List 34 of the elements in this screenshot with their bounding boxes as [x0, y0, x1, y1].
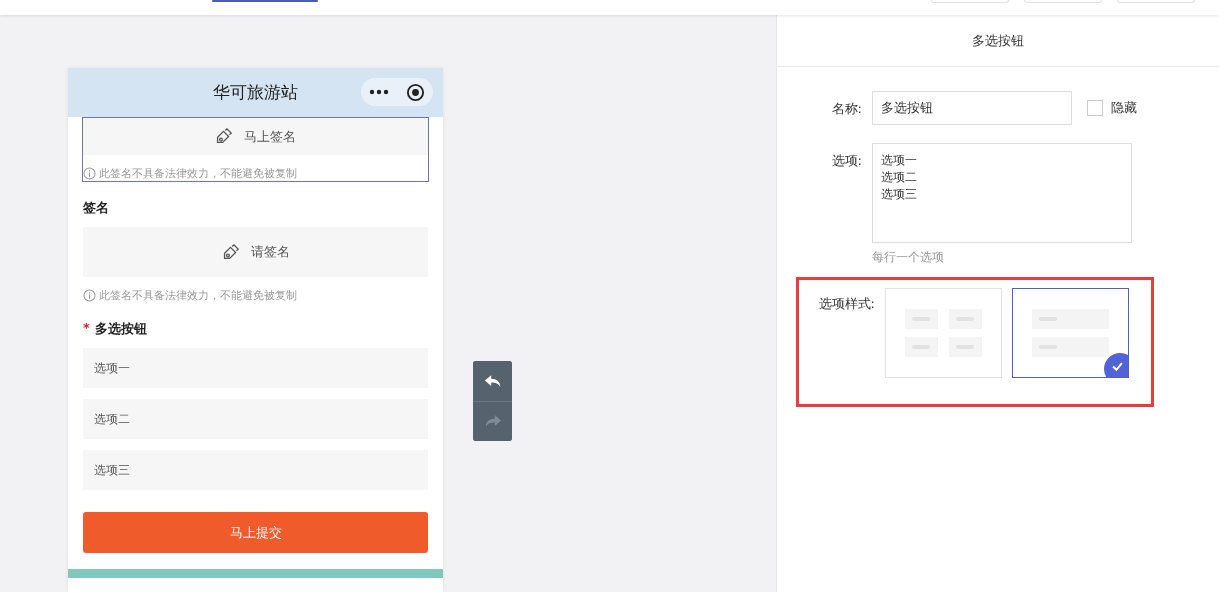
required-mark: *	[83, 320, 90, 337]
signature-button[interactable]: 马上签名	[83, 118, 428, 155]
check-icon	[1112, 361, 1123, 372]
pen-icon	[221, 243, 239, 261]
hint-text: 此签名不具备法律效力，不能避免被复制	[99, 287, 297, 303]
option-item[interactable]: 选项一	[83, 348, 428, 388]
help-text: 每行一个选项	[872, 249, 945, 266]
form-field[interactable]: * 多选按钮 选项一 选项二 选项三	[82, 303, 429, 502]
pen-icon	[215, 128, 232, 145]
hint-text: 此签名不具备法律效力，不能避免被复制	[99, 165, 297, 181]
info-icon	[83, 288, 96, 302]
undo-icon	[483, 373, 502, 389]
grid-style-option[interactable]	[885, 288, 1002, 378]
option-item[interactable]: 选项三	[83, 450, 428, 490]
close-icon[interactable]	[405, 82, 425, 102]
form-field[interactable]: 签名 请签名 此签名不具备法律效力，不能避免被复制	[82, 182, 429, 303]
phone-title: 华可旅游站	[213, 81, 298, 104]
option-item[interactable]: 选项二	[83, 399, 428, 439]
field-label: 签名	[83, 199, 110, 217]
name-label: 名称:	[830, 100, 863, 118]
checkbox-label: 隐藏	[1111, 99, 1137, 117]
style-label: 选项样式:	[817, 295, 875, 313]
options-textarea[interactable]: 选项一 选项二 选项三	[872, 143, 1132, 243]
list-style-option[interactable]	[1012, 288, 1129, 378]
signature-button[interactable]: 请签名	[83, 227, 428, 277]
form-field[interactable]: 马上签名 此签名不具备法律效力，不能避免被复制	[82, 117, 429, 182]
name-field[interactable]: 多选按钮	[872, 91, 1072, 125]
redo-icon	[483, 414, 502, 429]
info-icon	[83, 166, 96, 180]
more-icon[interactable]	[369, 89, 390, 95]
options-label: 选项:	[830, 152, 863, 170]
checkbox[interactable]	[1087, 100, 1103, 116]
panel-title: 多选按钮	[777, 15, 1219, 67]
field-label: 多选按钮	[94, 320, 147, 338]
